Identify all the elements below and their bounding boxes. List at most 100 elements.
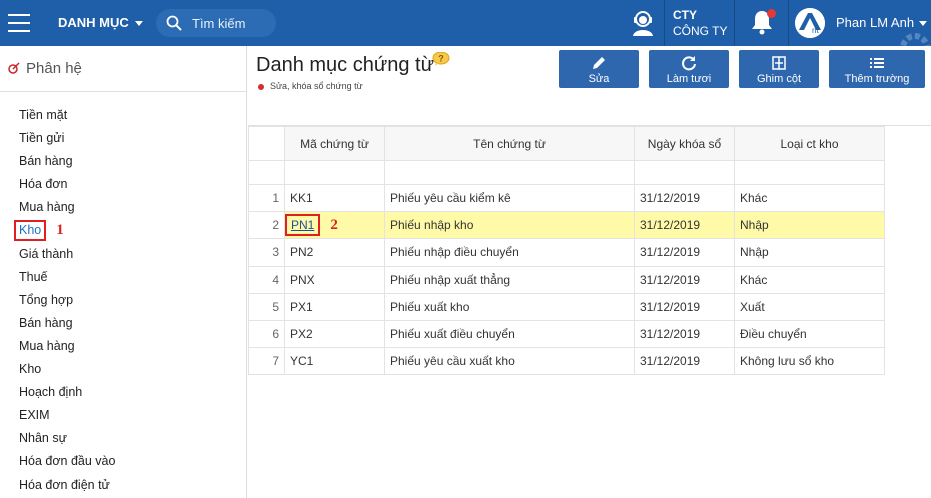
row-number: 3 — [248, 238, 285, 267]
top-bar: DANH MỤC Tìm kiếm CTY CÔNG TY rit Phan L… — [0, 0, 931, 46]
sidebar: Phân hệ Tiền mặt Tiền gửi Bán hàng Hóa đ… — [0, 46, 247, 498]
table-row[interactable]: 4 PNX Phiếu nhập xuất thẳng 31/12/2019 K… — [248, 265, 885, 294]
column-header-lock-date[interactable]: Ngày khóa sổ — [634, 126, 735, 161]
code-link[interactable]: PN1 — [285, 214, 321, 237]
sidebar-item-kho-2[interactable]: Kho — [0, 358, 246, 381]
add-field-button[interactable]: Thêm trường — [829, 50, 925, 88]
chevron-down-icon — [134, 21, 143, 27]
hamburger-menu-icon[interactable] — [8, 14, 30, 32]
cell-warehouse-type: Nhập — [734, 211, 885, 240]
sidebar-item-nhan-su[interactable]: Nhân sự — [0, 427, 246, 450]
cell-name: Phiếu yêu cầu xuất kho — [384, 347, 635, 376]
add-field-button-label: Thêm trường — [844, 73, 910, 85]
sidebar-item-label: Giá thành — [19, 246, 74, 261]
divider — [788, 0, 789, 46]
pin-column-button[interactable]: Ghim cột — [739, 50, 819, 88]
table-row[interactable]: 1 KK1 Phiếu yêu cầu kiểm kê 31/12/2019 K… — [248, 183, 885, 213]
filter-input-name[interactable] — [384, 160, 635, 185]
sidebar-item-hoach-dinh[interactable]: Hoạch định — [0, 381, 246, 404]
cell-code[interactable]: PN2 — [284, 238, 385, 267]
cell-name: Phiếu nhập điều chuyển — [384, 238, 635, 267]
sidebar-item-label: Hóa đơn — [19, 177, 68, 192]
company-code: CTY — [673, 8, 697, 22]
status-dot — [258, 83, 264, 90]
cell-warehouse-type: Điều chuyển — [734, 319, 885, 349]
table-row[interactable]: 3 PN2 Phiếu nhập điều chuyển 31/12/2019 … — [248, 238, 885, 267]
sidebar-title: Phân hệ — [26, 60, 82, 77]
column-header-warehouse-type[interactable]: Loại ct kho — [734, 126, 885, 161]
sidebar-item-ban-hang[interactable]: Bán hàng — [0, 150, 246, 173]
filter-row — [248, 160, 885, 185]
notification-bell-icon[interactable] — [750, 9, 776, 35]
sidebar-item-label: Thuế — [19, 269, 48, 284]
row-number: 6 — [248, 319, 285, 349]
filter-input-lock-date[interactable] — [634, 160, 735, 185]
sidebar-item-label: Tổng hợp — [19, 292, 74, 307]
table-row[interactable]: 6 PX2 Phiếu xuất điều chuyển 31/12/2019 … — [248, 319, 885, 349]
pin-icon[interactable] — [6, 62, 20, 76]
divider — [734, 0, 735, 46]
column-header-code[interactable]: Mã chứng từ — [284, 126, 385, 161]
sidebar-item-hoa-don-dau-vao[interactable]: Hóa đơn đầu vào — [0, 450, 246, 473]
sidebar-item-tien-gui[interactable]: Tiền gửi — [0, 127, 246, 150]
search-box[interactable]: Tìm kiếm — [156, 9, 276, 37]
cell-code[interactable]: PN1 2 — [284, 211, 385, 240]
cell-code[interactable]: PNX — [284, 265, 385, 294]
table-row[interactable]: 5 PX1 Phiếu xuất kho 31/12/2019 Xuất — [248, 292, 885, 321]
title-area: Danh mục chứng từ ? Sửa, khóa sổ chứng t… — [248, 46, 931, 126]
cell-name: Phiếu xuất kho — [384, 292, 635, 321]
sidebar-module-list: Tiền mặt Tiền gửi Bán hàng Hóa đơn Mua h… — [0, 104, 246, 497]
cell-lock-date: 31/12/2019 — [634, 292, 735, 321]
help-icon[interactable]: ? — [432, 51, 450, 66]
sidebar-item-mua-hang-2[interactable]: Mua hàng — [0, 335, 246, 358]
row-number: 1 — [248, 183, 285, 213]
sidebar-item-label: Mua hàng — [19, 200, 75, 215]
divider — [664, 0, 665, 46]
cell-code[interactable]: YC1 — [284, 347, 385, 376]
cell-lock-date: 31/12/2019 — [634, 238, 735, 267]
company-name: CÔNG TY — [673, 24, 728, 38]
row-number: 7 — [248, 347, 285, 376]
sidebar-item-ban-hang-2[interactable]: Bán hàng — [0, 312, 246, 335]
filter-cell — [248, 160, 285, 185]
company-selector[interactable]: CTY CÔNG TY — [673, 7, 727, 39]
sidebar-item-kho[interactable]: Kho 1 — [0, 219, 246, 242]
table-row-selected[interactable]: 2 PN1 2 Phiếu nhập kho 31/12/2019 Nhập — [248, 211, 885, 240]
sidebar-item-hoa-don-dien-tu[interactable]: Hóa đơn điện tử — [0, 474, 246, 497]
cell-lock-date: 31/12/2019 — [634, 319, 735, 349]
row-number: 4 — [248, 265, 285, 294]
cell-name: Phiếu yêu cầu kiểm kê — [384, 183, 635, 213]
refresh-icon — [682, 56, 696, 71]
sidebar-item-gia-thanh[interactable]: Giá thành — [0, 243, 246, 266]
refresh-button[interactable]: Làm tươi — [649, 50, 729, 88]
category-menu-dropdown[interactable]: DANH MỤC — [58, 15, 143, 30]
cell-code[interactable]: PX2 — [284, 319, 385, 349]
help-icon-text: ? — [438, 54, 444, 64]
sidebar-item-label: Hóa đơn điện tử — [19, 477, 110, 492]
page-subtitle: Sửa, khóa sổ chứng từ — [258, 81, 363, 91]
filter-input-code[interactable] — [284, 160, 385, 185]
cell-lock-date: 31/12/2019 — [634, 265, 735, 294]
sidebar-item-hoa-don[interactable]: Hóa đơn — [0, 173, 246, 196]
step-marker-2: 2 — [330, 217, 338, 234]
sidebar-item-tien-mat[interactable]: Tiền mặt — [0, 104, 246, 127]
search-placeholder: Tìm kiếm — [192, 16, 246, 31]
sidebar-header: Phân hệ — [0, 46, 246, 92]
edit-button[interactable]: Sửa — [559, 50, 639, 88]
avatar-text: rit — [812, 26, 819, 35]
sidebar-item-thue[interactable]: Thuế — [0, 266, 246, 289]
sidebar-item-tong-hop[interactable]: Tổng hợp — [0, 289, 246, 312]
category-menu-label: DANH MỤC — [58, 15, 129, 30]
cell-code[interactable]: PX1 — [284, 292, 385, 321]
column-header-name[interactable]: Tên chứng từ — [384, 126, 635, 161]
sidebar-item-mua-hang[interactable]: Mua hàng — [0, 196, 246, 219]
sidebar-item-exim[interactable]: EXIM — [0, 404, 246, 427]
cell-warehouse-type: Xuất — [734, 292, 885, 321]
row-number: 2 — [248, 211, 285, 240]
table-row[interactable]: 7 YC1 Phiếu yêu cầu xuất kho 31/12/2019 … — [248, 347, 885, 376]
filter-input-warehouse-type[interactable] — [734, 160, 885, 185]
support-agent-icon[interactable] — [628, 9, 658, 37]
cell-code[interactable]: KK1 — [284, 183, 385, 213]
sidebar-item-label: Kho — [19, 362, 42, 377]
avatar[interactable]: rit — [795, 8, 825, 38]
